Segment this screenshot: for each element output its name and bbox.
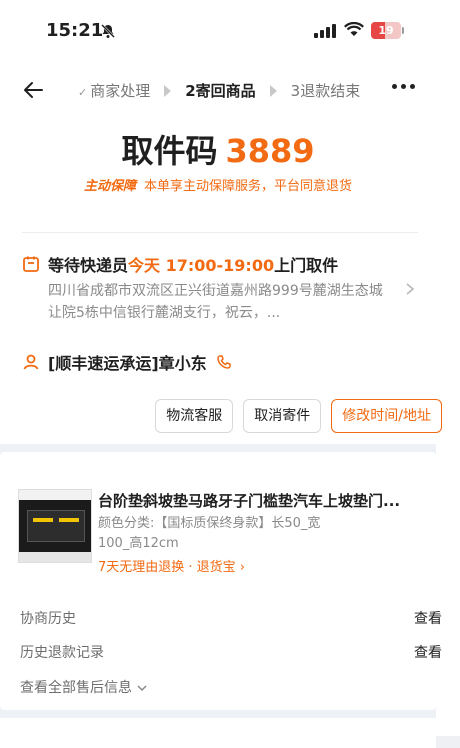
next-card: [0, 718, 436, 748]
status-time: 15:21: [46, 20, 104, 41]
pickup-code-value: 3889: [225, 132, 315, 170]
pickup-address[interactable]: 四川省成都市双流区正兴街道嘉州路999号麓湖生态城让院5栋中信银行麓湖支行，祝云…: [48, 280, 388, 324]
guarantee-note: 主动保障 本单享主动保障服务，平台同意退货: [0, 175, 436, 194]
pickup-time-status: 等待快递员 今天 17:00-19:00 上门取件: [22, 252, 338, 276]
back-arrow-icon[interactable]: [22, 78, 46, 102]
step-merchant: ✓ 商家处理: [78, 82, 151, 100]
courier-person-icon: [23, 354, 39, 370]
battery-indicator: 19: [371, 22, 401, 39]
progress-steps: ✓ 商家处理 2寄回商品 3退款结束: [78, 80, 360, 101]
courier-info: [顺丰速运承运]章小东: [22, 350, 233, 374]
return-policy-link[interactable]: 7天无理由退换 · 退货宝 ›: [98, 556, 245, 575]
view-negotiation-history-link[interactable]: 查看: [414, 608, 442, 628]
guarantee-text: 本单享主动保障服务，平台同意退货: [144, 179, 353, 194]
step-arrow-icon: [164, 84, 172, 97]
product-image[interactable]: [18, 489, 92, 563]
cancel-shipment-button[interactable]: 取消寄件: [243, 399, 322, 433]
more-options-icon[interactable]: [392, 84, 415, 89]
pickup-code-label: 取件码: [121, 132, 218, 170]
chevron-down-icon: [137, 685, 147, 692]
check-icon: ✓: [78, 86, 88, 99]
guarantee-badge: 主动保障: [83, 179, 136, 194]
pickup-code: 取件码 3889: [0, 126, 436, 172]
negotiation-history-label: 协商历史: [20, 611, 76, 627]
signal-icon: [314, 24, 336, 38]
pickup-time-window: 今天 17:00-19:00: [128, 256, 275, 275]
refund-history-label: 历史退款记录: [20, 645, 104, 661]
bell-muted-icon: [101, 24, 115, 38]
wifi-icon: [344, 22, 364, 36]
calendar-icon: [23, 256, 39, 272]
status-bar: 15:21 19: [0, 0, 436, 64]
modify-time-address-button[interactable]: 修改时间/地址: [331, 399, 442, 433]
phone-icon[interactable]: [215, 353, 233, 371]
step-return-goods: 2寄回商品: [185, 82, 256, 100]
product-title[interactable]: 台阶垫斜坡垫马路牙子门槛垫汽车上坡垫门...: [98, 490, 416, 511]
product-spec: 颜色分类:【国标质保终身款】长50_宽100_高12cm: [98, 516, 321, 551]
step-refund-complete: 3退款结束: [290, 82, 361, 100]
divider: [22, 232, 418, 233]
view-refund-history-link[interactable]: 查看: [414, 642, 442, 662]
chevron-right-icon[interactable]: [404, 282, 416, 296]
view-all-after-sales-link[interactable]: 查看全部售后信息: [20, 677, 148, 697]
action-buttons: 物流客服 取消寄件 修改时间/地址: [155, 399, 442, 433]
step-arrow-icon: [269, 84, 277, 97]
battery-level: 19: [378, 24, 394, 37]
logistics-service-button[interactable]: 物流客服: [155, 399, 234, 433]
courier-name: [顺丰速运承运]章小东: [48, 354, 207, 373]
